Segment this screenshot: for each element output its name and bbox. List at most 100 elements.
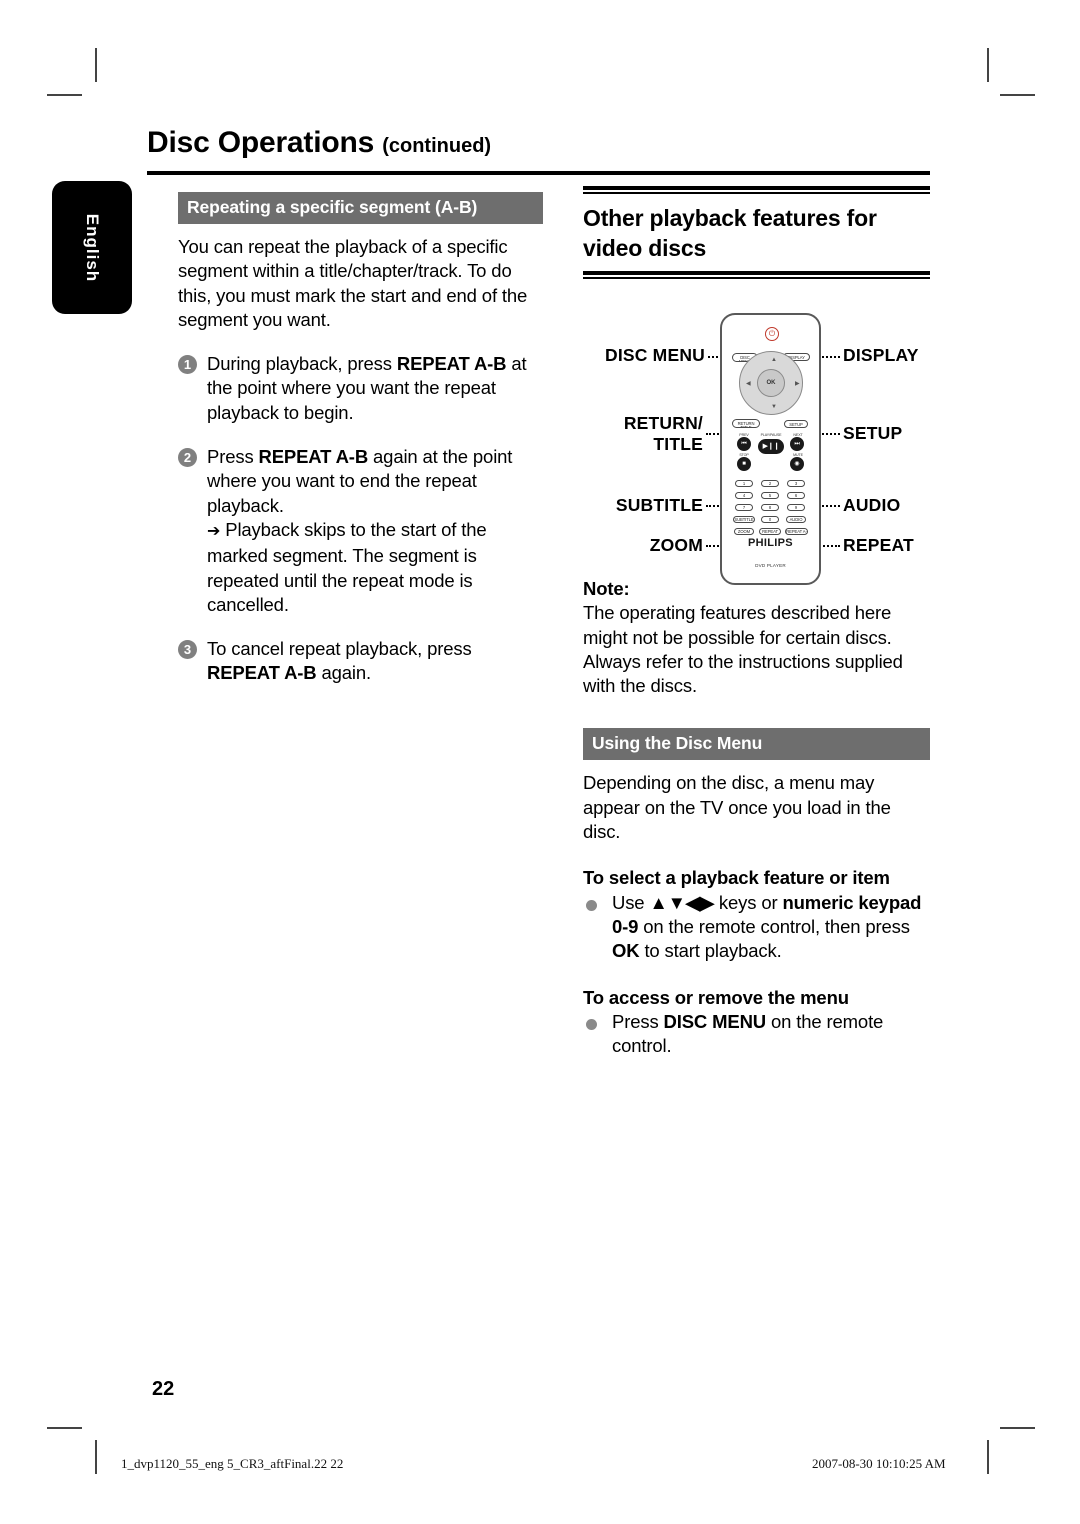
remote-key-stop: ■: [737, 457, 751, 471]
remote-key-4: 4: [735, 492, 753, 499]
callout-disc-menu: DISC MENU: [605, 345, 705, 365]
access-menu-heading: To access or remove the menu: [583, 986, 849, 1008]
select-post: on the remote control, then press: [638, 915, 910, 937]
crop-mark-top-left-horizontal: [47, 94, 82, 96]
dpad-right-icon: ▶: [795, 381, 800, 387]
remote-caption-playpause: PLAY/PAUSE: [760, 433, 782, 437]
remote-key-prev: ⏮: [737, 437, 751, 451]
remote-key-repeat: REPEAT: [759, 528, 781, 535]
remote-body: ⏻ DISC MENU DISPLAY ▲ ▼ ◀ ▶ OK RETURN TITL…: [720, 313, 821, 585]
remote-key-8: 8: [761, 504, 779, 511]
remote-key-repeat-ab: REPEAT A-B: [785, 528, 808, 535]
step-2-result-text: Playback skips to the start of the marke…: [207, 518, 487, 615]
note-text: The operating features described here mi…: [583, 602, 903, 697]
step-3-post: again.: [316, 662, 372, 684]
callout-repeat: REPEAT: [843, 535, 914, 555]
heading-rule-bottom: [583, 271, 930, 279]
remote-key-subtitle: SUBTITLE: [733, 516, 755, 523]
ok-key: OK: [612, 940, 640, 962]
repeat-intro-text: You can repeat the playback of a specifi…: [178, 236, 528, 330]
step-2-result: ➔ Playback skips to the start of the mar…: [207, 518, 543, 617]
footer-file-reference: 1_dvp1120_55_eng 5_CR3_aftFinal.22 22: [121, 1456, 344, 1471]
remote-key-return-title: RETURN TITLE: [732, 419, 760, 428]
bullet-icon: [586, 899, 597, 911]
select-feature-bullet: Use ▲▼◀▶ keys or numeric keypad 0-9 on t…: [583, 891, 930, 964]
step-3-key: REPEAT A-B: [207, 662, 317, 684]
page-title-main: Disc Operations: [147, 126, 375, 159]
step-1-key: REPEAT A-B: [396, 353, 507, 375]
remote-key-ok: OK: [757, 369, 785, 397]
remote-control-diagram: DISC MENU DISPLAY RETURN/ TITLE SETUP SU…: [575, 305, 940, 595]
remote-key-3: 3: [787, 480, 805, 487]
remote-key-setup: SETUP: [784, 420, 808, 428]
callout-subtitle: SUBTITLE: [615, 495, 703, 515]
callout-zoom: ZOOM: [649, 535, 703, 555]
remote-key-0: 0: [761, 516, 779, 523]
callout-display: DISPLAY: [843, 345, 919, 365]
step-3-text: To cancel repeat playback, press REPEAT …: [207, 637, 543, 686]
step-2-text: Press REPEAT A-B again at the point wher…: [207, 445, 543, 518]
step-1-number: 1: [178, 355, 197, 375]
step-1-pre: During playback, press: [207, 353, 397, 375]
callout-setup: SETUP: [843, 423, 903, 443]
step-3-number: 3: [178, 640, 197, 660]
remote-key-5: 5: [761, 492, 779, 499]
remote-key-zoom: ZOOM: [734, 528, 754, 535]
title-rule: [147, 171, 930, 175]
remote-key-1: 1: [735, 480, 753, 487]
remote-sub-brand: DVD PLAYER: [755, 563, 786, 568]
heading-rule-top: [583, 186, 930, 194]
page-title: Disc Operations (continued): [147, 126, 491, 160]
crop-mark-top-right-horizontal: [1000, 94, 1035, 96]
callout-return-line2: TITLE: [653, 434, 703, 454]
numeric-keypad-key: numeric keypad: [782, 891, 922, 913]
access-pre: Press: [612, 1010, 664, 1032]
numeric-range-key: 0-9: [612, 915, 639, 937]
philips-brand-logo: PHILIPS: [748, 537, 793, 549]
remote-key-audio: AUDIO: [786, 516, 806, 523]
crop-mark-top-left-vertical: [95, 48, 97, 82]
power-button-icon: ⏻: [765, 327, 779, 341]
language-tab: English: [52, 181, 132, 314]
arrow-icon: ➔: [207, 522, 221, 540]
section-bar-using-disc-menu: Using the Disc Menu: [583, 728, 930, 761]
remote-key-mute: ◉: [790, 457, 804, 471]
remote-key-7: 7: [735, 504, 753, 511]
remote-key-play-pause: ▶❙❙: [758, 439, 784, 454]
bullet-icon: [586, 1018, 597, 1030]
disc-menu-intro: Depending on the disc, a menu may appear…: [583, 772, 891, 843]
access-menu-text: Press DISC MENU on the remote control.: [612, 1010, 930, 1059]
crop-mark-bottom-right-horizontal: [1000, 1427, 1035, 1429]
crop-mark-bottom-left-vertical: [95, 1440, 97, 1474]
language-tab-label: English: [83, 213, 102, 282]
section-bar-repeating-segment: Repeating a specific segment (A-B): [178, 192, 543, 224]
step-2-key: REPEAT A-B: [258, 446, 369, 468]
remote-key-next: ⏭: [790, 437, 804, 451]
step-3-pre: To cancel repeat playback, press: [207, 638, 472, 660]
step-1-text: During playback, press REPEAT A-B at the…: [207, 352, 543, 425]
dpad-down-icon: ▼: [771, 404, 777, 410]
select-mid: keys or: [713, 891, 783, 913]
crop-mark-bottom-right-vertical: [987, 1440, 989, 1474]
step-2-number: 2: [178, 448, 197, 468]
remote-key-6: 6: [787, 492, 805, 499]
dpad-up-icon: ▲: [771, 357, 777, 363]
left-column: Repeating a specific segment (A-B) You c…: [178, 192, 543, 686]
callout-audio: AUDIO: [843, 495, 901, 515]
select-tail: to start playback.: [639, 940, 782, 962]
select-feature-heading: To select a playback feature or item: [583, 867, 890, 889]
access-menu-bullet: Press DISC MENU on the remote control.: [583, 1010, 930, 1059]
footer-timestamp: 2007-08-30 10:10:25 AM: [812, 1456, 946, 1471]
disc-menu-key: DISC MENU: [663, 1010, 767, 1032]
page-title-continued: (continued): [382, 135, 492, 157]
step-2: 2 Press REPEAT A-B again at the point wh…: [178, 445, 543, 617]
remote-key-2: 2: [761, 480, 779, 487]
callout-return-title: RETURN/ TITLE: [575, 413, 703, 455]
callout-return-line1: RETURN/: [623, 413, 703, 433]
step-3: 3 To cancel repeat playback, press REPEA…: [178, 637, 543, 686]
select-pre: Use: [612, 891, 650, 913]
step-1: 1 During playback, press REPEAT A-B at t…: [178, 352, 543, 425]
select-feature-text: Use ▲▼◀▶ keys or numeric keypad 0-9 on t…: [612, 891, 930, 964]
dpad-arrows-glyph: ▲▼◀▶: [649, 891, 714, 913]
dpad-left-icon: ◀: [746, 381, 751, 387]
